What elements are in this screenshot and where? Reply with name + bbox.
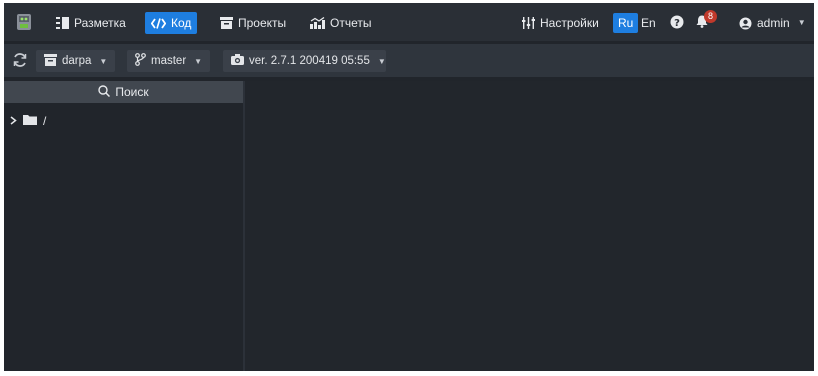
svg-text:?: ? xyxy=(674,18,680,29)
branch-select[interactable]: master ▼ xyxy=(127,50,211,72)
settings-label: Настройки xyxy=(540,16,599,30)
notifications-button[interactable]: 8 xyxy=(696,10,717,31)
folder-icon xyxy=(23,114,37,128)
branch-name: master xyxy=(151,55,187,67)
code-viewer-area xyxy=(245,81,814,371)
settings-button[interactable]: Настройки xyxy=(516,12,605,34)
repo-select[interactable]: darpa ▼ xyxy=(36,50,116,72)
repository-icon xyxy=(44,53,57,69)
nav-item-label: Проекты xyxy=(238,16,287,30)
nav-item-label: Отчеты xyxy=(330,16,372,30)
nav-item-markup[interactable]: Разметка xyxy=(50,12,132,34)
file-tree-panel: Поиск / xyxy=(4,81,243,371)
nav-item-label: Код xyxy=(171,16,192,30)
tree-item-root[interactable]: / xyxy=(10,113,46,129)
chevron-down-icon: ▼ xyxy=(797,18,806,27)
nav-item-reports[interactable]: Отчеты xyxy=(304,12,377,34)
projects-icon xyxy=(220,17,233,29)
chevron-right-icon xyxy=(10,114,17,128)
markup-icon xyxy=(56,17,69,29)
nav-item-code[interactable]: Код xyxy=(145,12,198,34)
repo-toolbar: darpa ▼ master ▼ ver. 2.7.1 200419 05:55… xyxy=(4,44,814,77)
chevron-down-icon: ▼ xyxy=(99,56,108,66)
camera-icon xyxy=(231,54,244,68)
username: admin xyxy=(757,16,790,30)
user-icon xyxy=(739,17,752,30)
search-button[interactable]: Поиск xyxy=(4,81,243,103)
version-label: ver. 2.7.1 200419 05:55 xyxy=(249,55,370,67)
app-window: Разметка Код Проекты Отчеты Настройки Ru… xyxy=(4,3,814,371)
chevron-down-icon: ▼ xyxy=(377,56,386,66)
top-navbar: Разметка Код Проекты Отчеты Настройки Ru… xyxy=(4,3,814,41)
lang-ru[interactable]: Ru xyxy=(613,13,639,33)
chevron-down-icon: ▼ xyxy=(194,56,203,66)
branch-icon xyxy=(135,53,146,69)
search-icon xyxy=(98,84,111,100)
user-menu[interactable]: admin ▼ xyxy=(733,12,812,34)
code-icon xyxy=(151,17,166,29)
app-logo-icon[interactable] xyxy=(14,12,34,32)
version-select[interactable]: ver. 2.7.1 200419 05:55 ▼ xyxy=(223,50,386,72)
reports-icon xyxy=(310,17,325,29)
help-icon[interactable]: ? xyxy=(670,15,684,29)
sliders-icon xyxy=(522,17,535,29)
lang-en[interactable]: En xyxy=(636,13,661,33)
search-label: Поиск xyxy=(115,85,149,99)
tree-item-label: / xyxy=(43,114,47,128)
refresh-icon[interactable] xyxy=(12,52,28,68)
repo-name: darpa xyxy=(62,55,92,67)
nav-item-label: Разметка xyxy=(74,16,126,30)
nav-item-projects[interactable]: Проекты xyxy=(214,12,292,34)
notifications-badge: 8 xyxy=(704,10,717,23)
